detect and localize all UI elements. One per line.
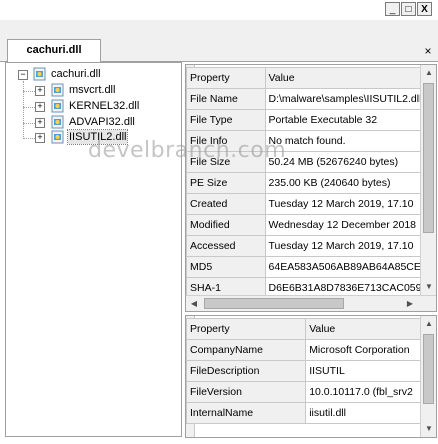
scroll-up-icon[interactable]: ▲ bbox=[421, 65, 436, 81]
minimize-button[interactable]: _ bbox=[385, 2, 400, 16]
dll-file-icon bbox=[33, 67, 46, 81]
property-name: FileVersion bbox=[186, 381, 307, 403]
scroll-left-icon[interactable]: ◀ bbox=[186, 296, 202, 311]
expand-node-toggle[interactable]: + bbox=[35, 102, 45, 112]
vertical-scrollbar[interactable]: ▲ ▼ bbox=[420, 65, 436, 295]
collapse-root-toggle[interactable]: − bbox=[18, 70, 28, 80]
close-tab-icon[interactable]: × bbox=[421, 44, 435, 58]
maximize-button[interactable]: □ bbox=[401, 2, 416, 16]
close-window-button[interactable]: X bbox=[417, 2, 432, 16]
column-header-value[interactable]: Value bbox=[305, 318, 426, 340]
tab-strip: cachuri.dll × bbox=[0, 20, 438, 62]
tab-cachuri-dll[interactable]: cachuri.dll bbox=[7, 39, 101, 62]
column-header-property[interactable]: Property bbox=[186, 67, 266, 89]
tree-node-msvcrt[interactable]: msvcrt.dll bbox=[69, 83, 115, 97]
property-value: 10.0.10117.0 (fbl_srv2 bbox=[305, 381, 426, 403]
version-properties-table: Property Value CompanyName Microsoft Corp… bbox=[186, 318, 426, 424]
file-properties-table: Property Value File Name D:\malware\sampl… bbox=[186, 67, 436, 299]
title-bar: _ □ X bbox=[0, 0, 438, 20]
scroll-down-icon[interactable]: ▼ bbox=[421, 421, 436, 437]
property-value: IISUTIL bbox=[305, 360, 426, 382]
table-row[interactable]: FileDescription IISUTIL bbox=[186, 360, 426, 382]
property-name: InternalName bbox=[186, 402, 307, 424]
property-name: PE Size bbox=[186, 172, 266, 194]
property-value: Wednesday 12 December 2018 bbox=[264, 214, 436, 236]
property-name: FileDescription bbox=[186, 360, 307, 382]
dll-file-icon bbox=[51, 130, 64, 144]
table-row[interactable]: MD5 64EA583A506AB89AB64A85CE bbox=[186, 256, 436, 278]
property-value: 235.00 KB (240640 bytes) bbox=[264, 172, 436, 194]
property-value: Microsoft Corporation bbox=[305, 339, 426, 361]
expand-node-toggle[interactable]: + bbox=[35, 118, 45, 128]
tree-connector bbox=[23, 81, 24, 137]
property-value: Portable Executable 32 bbox=[264, 109, 436, 131]
scroll-down-icon[interactable]: ▼ bbox=[421, 279, 436, 295]
watermark: develbranch.com bbox=[88, 138, 287, 163]
tree-node-advapi32[interactable]: ADVAPI32.dll bbox=[69, 115, 135, 129]
table-row[interactable]: File Type Portable Executable 32 bbox=[186, 109, 436, 131]
property-value: 50.24 MB (52676240 bytes) bbox=[264, 151, 436, 173]
dll-file-icon bbox=[51, 83, 64, 97]
table-header-row: Property Value bbox=[186, 318, 426, 340]
scroll-thumb[interactable] bbox=[423, 334, 434, 404]
property-name: File Type bbox=[186, 109, 266, 131]
tree-connector bbox=[23, 91, 35, 92]
table-row[interactable]: Modified Wednesday 12 December 2018 bbox=[186, 214, 436, 236]
property-name: MD5 bbox=[186, 256, 266, 278]
dll-file-icon bbox=[51, 99, 64, 113]
table-row[interactable]: CompanyName Microsoft Corporation bbox=[186, 339, 426, 361]
property-name: Accessed bbox=[186, 235, 266, 257]
property-name: CompanyName bbox=[186, 339, 307, 361]
table-row[interactable]: Accessed Tuesday 12 March 2019, 17.10 bbox=[186, 235, 436, 257]
dependency-tree[interactable]: − cachuri.dll + msvcrt.dll + KERNEL32.dl… bbox=[5, 62, 182, 437]
property-value: iisutil.dll bbox=[305, 402, 426, 424]
tree-connector bbox=[23, 107, 35, 108]
property-value: No match found. bbox=[264, 130, 436, 152]
tree-connector bbox=[23, 123, 35, 124]
dll-file-icon bbox=[51, 115, 64, 129]
table-row[interactable]: Created Tuesday 12 March 2019, 17.10 bbox=[186, 193, 436, 215]
table-row[interactable]: File Name D:\malware\samples\IISUTIL2.dll bbox=[186, 88, 436, 110]
table-row[interactable]: InternalName iisutil.dll bbox=[186, 402, 426, 424]
scroll-right-icon[interactable]: ▶ bbox=[402, 296, 418, 311]
expand-node-toggle[interactable]: + bbox=[35, 133, 45, 143]
expand-node-toggle[interactable]: + bbox=[35, 86, 45, 96]
column-header-value[interactable]: Value bbox=[264, 67, 436, 89]
scroll-thumb[interactable] bbox=[423, 83, 434, 233]
version-properties-grid[interactable]: Property Value CompanyName Microsoft Corp… bbox=[185, 315, 437, 438]
table-row[interactable]: FileVersion 10.0.10117.0 (fbl_srv2 bbox=[186, 381, 426, 403]
file-properties-grid[interactable]: Property Value File Name D:\malware\sampl… bbox=[185, 64, 437, 312]
scroll-thumb[interactable] bbox=[204, 298, 344, 309]
property-value: Tuesday 12 March 2019, 17.10 bbox=[264, 235, 436, 257]
property-name: Created bbox=[186, 193, 266, 215]
property-value: Tuesday 12 March 2019, 17.10 bbox=[264, 193, 436, 215]
property-value: D:\malware\samples\IISUTIL2.dll bbox=[264, 88, 436, 110]
table-row[interactable]: PE Size 235.00 KB (240640 bytes) bbox=[186, 172, 436, 194]
property-value: 64EA583A506AB89AB64A85CE bbox=[264, 256, 436, 278]
table-header-row: Property Value bbox=[186, 67, 436, 89]
property-name: Modified bbox=[186, 214, 266, 236]
scroll-up-icon[interactable]: ▲ bbox=[421, 316, 436, 332]
tree-connector bbox=[23, 138, 35, 139]
horizontal-scrollbar[interactable]: ◀ ▶ bbox=[186, 295, 436, 311]
tree-node-kernel32[interactable]: KERNEL32.dll bbox=[69, 99, 139, 113]
tree-node-root[interactable]: cachuri.dll bbox=[51, 67, 101, 81]
property-name: File Name bbox=[186, 88, 266, 110]
vertical-scrollbar[interactable]: ▲ ▼ bbox=[420, 316, 436, 437]
column-header-property[interactable]: Property bbox=[186, 318, 307, 340]
